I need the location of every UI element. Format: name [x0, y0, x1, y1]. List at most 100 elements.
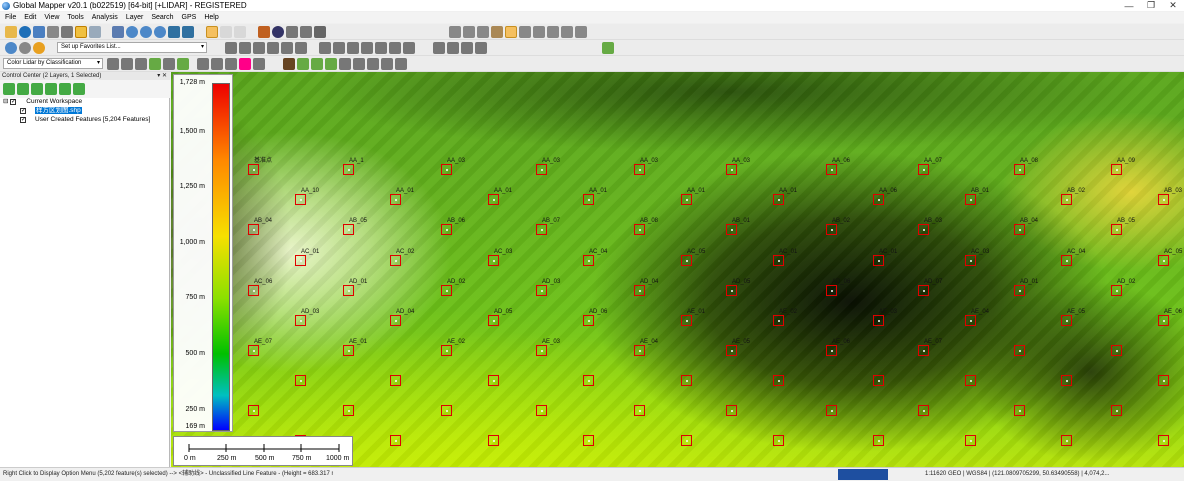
sample-plot-marker[interactable] — [1061, 435, 1072, 446]
mountain-icon[interactable] — [177, 58, 189, 70]
sample-plot-marker[interactable] — [1111, 224, 1122, 235]
sample-plot-marker[interactable] — [295, 255, 306, 266]
sample-plot-marker[interactable] — [1158, 315, 1169, 326]
sample-plot-marker[interactable] — [488, 255, 499, 266]
lidar-extract-icon[interactable] — [575, 26, 587, 38]
sample-plot-marker[interactable] — [295, 375, 306, 386]
sample-plot-marker[interactable] — [634, 224, 645, 235]
sample-plot-marker[interactable] — [1014, 224, 1025, 235]
tree-icon[interactable] — [311, 58, 323, 70]
sample-plot-marker[interactable] — [248, 405, 259, 416]
sample-plot-marker[interactable] — [1014, 285, 1025, 296]
pole-icon[interactable] — [367, 58, 379, 70]
copy-icon[interactable] — [475, 42, 487, 54]
sample-plot-marker[interactable] — [583, 315, 594, 326]
sample-plot-marker[interactable] — [1061, 255, 1072, 266]
minimize-button[interactable]: — — [1118, 0, 1140, 11]
lidar-icon[interactable] — [491, 26, 503, 38]
power-line-icon[interactable] — [353, 58, 365, 70]
sample-plot-marker[interactable] — [726, 224, 737, 235]
sample-plot-marker[interactable] — [1158, 375, 1169, 386]
menu-gps[interactable]: GPS — [182, 14, 197, 21]
sample-plot-marker[interactable] — [1111, 164, 1122, 175]
ime-toolbar[interactable] — [838, 469, 888, 480]
menu-view[interactable]: View — [44, 14, 59, 21]
sample-plot-marker[interactable] — [1111, 285, 1122, 296]
sample-plot-marker[interactable] — [1111, 345, 1122, 356]
sample-plot-marker[interactable] — [248, 164, 259, 175]
vegetation-icon[interactable] — [325, 58, 337, 70]
sample-plot-marker[interactable] — [826, 405, 837, 416]
save-icon[interactable] — [33, 26, 45, 38]
house-icon[interactable] — [339, 58, 351, 70]
select-icon[interactable] — [220, 26, 232, 38]
info-icon[interactable] — [272, 26, 284, 38]
split-icon[interactable] — [319, 42, 331, 54]
sample-plot-marker[interactable] — [826, 164, 837, 175]
draw-point-icon[interactable] — [253, 42, 265, 54]
grid-icon[interactable] — [89, 26, 101, 38]
sample-plot-marker[interactable] — [390, 194, 401, 205]
favorites-dropdown[interactable]: Set up Favorites List... ▾ — [57, 42, 207, 53]
terrain-icon[interactable] — [149, 58, 161, 70]
digitizer-icon[interactable] — [206, 26, 218, 38]
measure-icon[interactable] — [286, 26, 298, 38]
shader-dropdown[interactable]: Color Lidar by Classification ▾ — [3, 58, 103, 69]
sample-plot-marker[interactable] — [773, 194, 784, 205]
sample-plot-marker[interactable] — [536, 224, 547, 235]
add-vertex-icon[interactable] — [361, 42, 373, 54]
sample-plot-marker[interactable] — [441, 345, 452, 356]
pin-icon[interactable] — [463, 26, 475, 38]
sample-plot-marker[interactable] — [965, 375, 976, 386]
sample-plot-marker[interactable] — [583, 435, 594, 446]
sample-plot-marker[interactable] — [873, 194, 884, 205]
open-folder-icon[interactable] — [5, 26, 17, 38]
sample-plot-marker[interactable] — [1061, 375, 1072, 386]
rotate-icon[interactable] — [389, 42, 401, 54]
sample-plot-marker[interactable] — [343, 405, 354, 416]
layer-down-icon[interactable] — [45, 83, 57, 95]
layer-icon[interactable] — [75, 26, 87, 38]
sample-plot-marker[interactable] — [773, 375, 784, 386]
sample-plot-marker[interactable] — [441, 285, 452, 296]
path-profile-icon[interactable] — [314, 26, 326, 38]
menu-help[interactable]: Help — [204, 14, 218, 21]
sample-plot-marker[interactable] — [441, 405, 452, 416]
add-layer-icon[interactable] — [3, 83, 15, 95]
sample-plot-marker[interactable] — [634, 405, 645, 416]
sample-plot-marker[interactable] — [1158, 435, 1169, 446]
compass-icon[interactable] — [477, 26, 489, 38]
menu-analysis[interactable]: Analysis — [92, 14, 118, 21]
sample-plot-marker[interactable] — [965, 194, 976, 205]
delete-vertex-icon[interactable] — [375, 42, 387, 54]
layer-checkbox[interactable]: ✓ — [20, 108, 26, 114]
sample-plot-marker[interactable] — [295, 315, 306, 326]
sample-plot-marker[interactable] — [1158, 255, 1169, 266]
menu-edit[interactable]: Edit — [24, 14, 36, 21]
sample-plot-marker[interactable] — [726, 405, 737, 416]
lidar-profile-icon[interactable] — [107, 58, 119, 70]
sample-plot-marker[interactable] — [918, 285, 929, 296]
sample-plot-marker[interactable] — [918, 405, 929, 416]
sample-plot-marker[interactable] — [1014, 345, 1025, 356]
sample-plot-marker[interactable] — [965, 315, 976, 326]
sample-plot-marker[interactable] — [488, 194, 499, 205]
sample-plot-marker[interactable] — [343, 345, 354, 356]
sample-plot-marker[interactable] — [343, 224, 354, 235]
lidar-erase-icon[interactable] — [211, 58, 223, 70]
sample-plot-marker[interactable] — [773, 255, 784, 266]
crosshair-icon[interactable] — [433, 42, 445, 54]
zoom-icon[interactable] — [126, 26, 138, 38]
sample-plot-marker[interactable] — [873, 255, 884, 266]
sample-plot-marker[interactable] — [1014, 164, 1025, 175]
tag-icon[interactable] — [258, 26, 270, 38]
menu-tools[interactable]: Tools — [67, 14, 83, 21]
panel-close-icon[interactable]: ▾ ✕ — [157, 72, 167, 80]
sample-plot-marker[interactable] — [441, 164, 452, 175]
sample-plot-marker[interactable] — [1061, 194, 1072, 205]
sample-plot-marker[interactable] — [634, 164, 645, 175]
sample-plot-marker[interactable] — [536, 405, 547, 416]
draw-circle-icon[interactable] — [295, 42, 307, 54]
lidar-classify-icon[interactable] — [561, 26, 573, 38]
sample-plot-marker[interactable] — [918, 345, 929, 356]
